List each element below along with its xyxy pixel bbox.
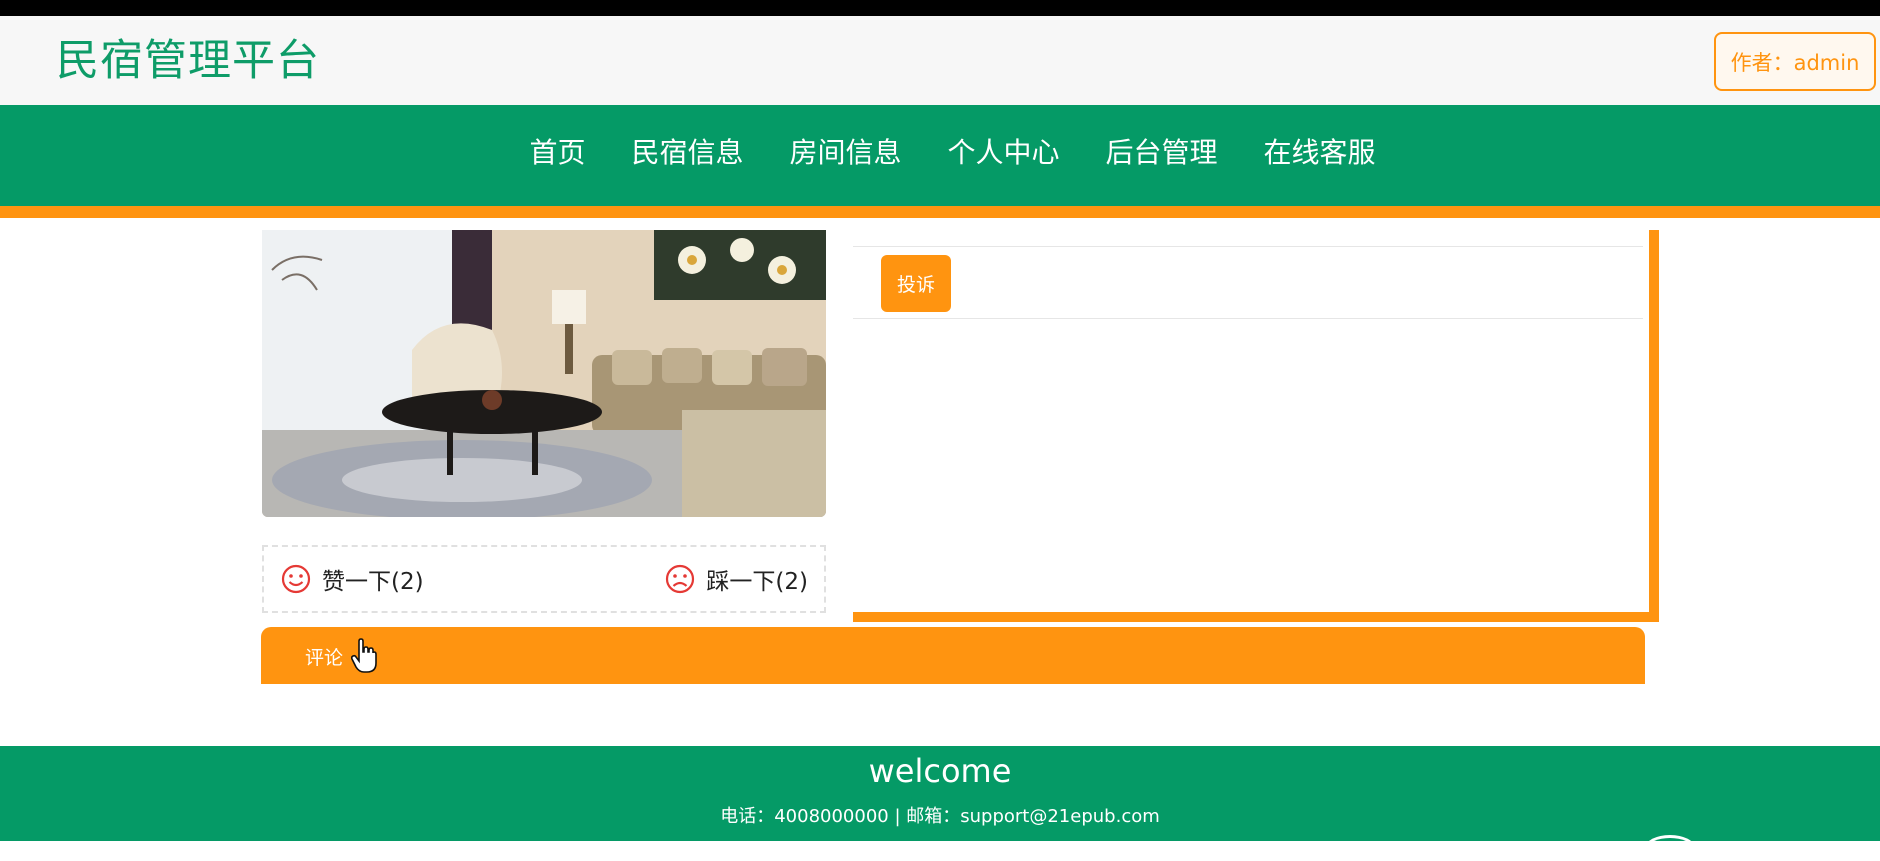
author-button[interactable]: 作者：admin: [1714, 32, 1876, 91]
like-button[interactable]: 赞一下(2): [280, 562, 424, 596]
nav-item-homestay-info[interactable]: 民宿信息: [631, 135, 743, 171]
detail-panel: 投诉: [853, 230, 1659, 622]
dislike-button[interactable]: 踩一下(2): [664, 562, 808, 596]
chat-widget-icon[interactable]: [1645, 835, 1695, 861]
nav-item-admin[interactable]: 后台管理: [1106, 135, 1218, 171]
dislike-label: 踩一下(2): [706, 569, 808, 595]
browser-top-strip: [0, 0, 1880, 16]
footer-contact: 电话：4008000000 | 邮箱：support@21epub.com: [720, 806, 1160, 828]
site-header: 民宿管理平台 作者：admin: [0, 16, 1880, 105]
nav-item-personal-center[interactable]: 个人中心: [948, 135, 1060, 171]
site-title[interactable]: 民宿管理平台: [56, 36, 320, 88]
comment-tab-bar: 评论: [261, 627, 1645, 684]
site-footer: welcome 电话：4008000000 | 邮箱：support@21epu…: [0, 746, 1880, 861]
smile-icon: [281, 564, 311, 594]
nav-list: 首页 民宿信息 房间信息 个人中心 后台管理 在线客服: [0, 105, 1880, 171]
like-label: 赞一下(2): [322, 569, 424, 595]
divider: [853, 246, 1643, 247]
hand-pointer-icon: [351, 638, 377, 673]
footer-welcome: welcome: [868, 752, 1012, 790]
frown-icon: [666, 564, 695, 594]
nav-item-home[interactable]: 首页: [529, 135, 585, 171]
room-photo-illustration: [262, 230, 826, 517]
vote-box: 赞一下(2) 踩一下(2): [262, 545, 826, 613]
complain-button[interactable]: 投诉: [881, 255, 951, 312]
room-photo: [262, 230, 826, 517]
nav-item-room-info[interactable]: 房间信息: [789, 135, 901, 171]
nav-item-online-service[interactable]: 在线客服: [1264, 135, 1376, 171]
main-navigation: 首页 民宿信息 房间信息 个人中心 后台管理 在线客服: [0, 105, 1880, 218]
tab-comment[interactable]: 评论: [305, 643, 343, 670]
divider: [853, 318, 1643, 319]
